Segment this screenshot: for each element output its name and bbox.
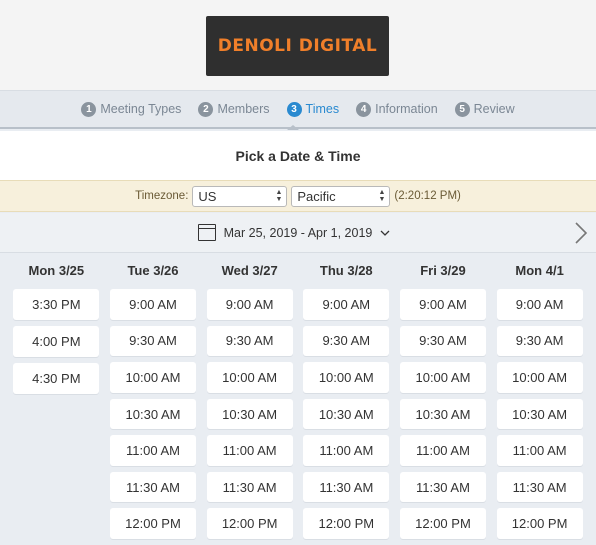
day-header: Mon 3/25 xyxy=(28,263,85,278)
time-slot-button[interactable]: 10:00 AM xyxy=(206,362,293,393)
time-slot-button[interactable]: 9:30 AM xyxy=(399,325,486,357)
page-title: Pick a Date & Time xyxy=(0,131,596,180)
timezone-bar: Timezone: US ▲ ▼ Pacific ▲ ▼ (2:20:12 PM) xyxy=(0,180,596,212)
timezone-zone-value: Pacific xyxy=(297,188,336,204)
time-slot-button[interactable]: 11:00 AM xyxy=(496,435,583,466)
step-review[interactable]: 5 Review xyxy=(454,101,515,117)
active-step-marker xyxy=(287,125,299,130)
time-slot-button[interactable]: 9:30 AM xyxy=(109,325,196,357)
time-slot-button[interactable]: 9:00 AM xyxy=(206,289,293,320)
day-column: Mon 3/25 3:30 PM 4:00 PM 4:30 PM xyxy=(8,253,105,545)
day-header: Fri 3/29 xyxy=(420,263,466,278)
time-slot-button[interactable]: 9:00 AM xyxy=(303,289,390,320)
time-slot-button[interactable]: 11:00 AM xyxy=(303,435,390,466)
day-column: Thu 3/28 9:00 AM 9:30 AM 10:00 AM 10:30 AM 11… xyxy=(298,253,395,545)
time-slot-button[interactable]: 11:00 AM xyxy=(109,435,196,466)
time-slot-button[interactable]: 9:00 AM xyxy=(109,289,196,320)
time-slot-button[interactable]: 11:00 AM xyxy=(206,435,293,466)
time-slot-button[interactable]: 10:30 AM xyxy=(399,398,486,430)
time-slot-button[interactable]: 4:30 PM xyxy=(13,363,100,394)
timezone-label: Timezone: xyxy=(135,190,189,202)
step-label: Meeting Types xyxy=(100,102,182,116)
select-arrows-icon: ▲ ▼ xyxy=(275,188,283,203)
step-times[interactable]: 3 Times xyxy=(286,101,340,117)
time-slot-button[interactable]: 11:30 AM xyxy=(109,471,196,503)
step-label: Review xyxy=(473,102,515,116)
time-slot-button[interactable]: 10:30 AM xyxy=(206,398,293,430)
day-column: Mon 4/1 9:00 AM 9:30 AM 10:00 AM 10:30 AM 11:… xyxy=(491,253,588,545)
time-slot-button[interactable]: 4:00 PM xyxy=(13,326,100,357)
time-slot-button[interactable]: 9:00 AM xyxy=(399,289,486,320)
time-slot-button[interactable]: 12:00 PM xyxy=(496,508,583,540)
time-slot-button[interactable]: 9:30 AM xyxy=(206,325,293,357)
time-slot-button[interactable]: 12:00 PM xyxy=(303,508,390,540)
time-slot-button[interactable]: 9:30 AM xyxy=(303,325,390,357)
time-slot-grid: Mon 3/25 3:30 PM 4:00 PM 4:30 PM Tue 3/26 9:0… xyxy=(8,253,588,545)
day-header: Wed 3/27 xyxy=(221,263,278,278)
time-slot-button[interactable]: 10:00 AM xyxy=(399,362,486,393)
step-number-badge: 4 xyxy=(356,101,372,117)
step-label: Times xyxy=(305,102,340,116)
time-slot-button[interactable]: 10:30 AM xyxy=(303,398,390,430)
wizard-steps: 1 Meeting Types 2 Members 3 Times 4 Information… xyxy=(0,91,596,129)
brand-logo: DENOLI DIGITAL xyxy=(206,16,389,76)
time-slot-button[interactable]: 11:30 AM xyxy=(496,471,583,503)
time-slot-button[interactable]: 11:00 AM xyxy=(399,435,486,466)
time-slot-button[interactable]: 12:00 PM xyxy=(206,508,293,540)
step-number-badge: 5 xyxy=(454,101,470,117)
timezone-zone-select[interactable]: Pacific ▲ ▼ xyxy=(291,185,391,207)
time-slot-button[interactable]: 10:00 AM xyxy=(303,362,390,393)
time-slot-button[interactable]: 10:00 AM xyxy=(496,362,583,393)
time-slot-button[interactable]: 10:00 AM xyxy=(109,362,196,393)
date-range-picker[interactable]: Mar 25, 2019 - Apr 1, 2019 xyxy=(197,224,391,241)
day-header: Mon 4/1 xyxy=(515,263,564,278)
time-slot-button[interactable]: 11:30 AM xyxy=(303,471,390,503)
time-slot-button[interactable]: 11:30 AM xyxy=(206,471,293,503)
time-slot-button[interactable]: 10:30 AM xyxy=(109,398,196,430)
current-time: (2:20:12 PM) xyxy=(394,190,461,202)
timezone-country-value: US xyxy=(198,188,217,204)
header: DENOLI DIGITAL xyxy=(0,0,596,91)
step-meeting-types[interactable]: 1 Meeting Types xyxy=(81,101,182,117)
step-members[interactable]: 2 Members xyxy=(198,101,270,117)
date-range-text: Mar 25, 2019 - Apr 1, 2019 xyxy=(223,225,373,240)
time-slot-button[interactable]: 3:30 PM xyxy=(13,289,100,320)
date-range-bar: Mar 25, 2019 - Apr 1, 2019 xyxy=(0,213,596,253)
step-label: Members xyxy=(217,102,270,116)
time-slot-button[interactable]: 9:30 AM xyxy=(496,325,583,357)
step-number-badge: 3 xyxy=(286,101,302,117)
day-column: Tue 3/26 9:00 AM 9:30 AM 10:00 AM 10:30 AM 11… xyxy=(105,253,202,545)
calendar-icon xyxy=(197,224,216,241)
day-header: Tue 3/26 xyxy=(127,263,179,278)
select-arrows-icon: ▲ ▼ xyxy=(378,188,386,203)
time-slot-button[interactable]: 12:00 PM xyxy=(109,508,196,540)
day-column: Wed 3/27 9:00 AM 9:30 AM 10:00 AM 10:30 AM 11… xyxy=(201,253,298,545)
timezone-country-select[interactable]: US ▲ ▼ xyxy=(192,185,288,207)
time-slot-button[interactable]: 10:30 AM xyxy=(496,398,583,430)
logo-text: DENOLI DIGITAL xyxy=(217,36,378,56)
time-slot-button[interactable]: 12:00 PM xyxy=(399,508,486,540)
step-number-badge: 1 xyxy=(81,101,97,117)
day-header: Thu 3/28 xyxy=(319,263,373,278)
chevron-down-icon xyxy=(380,230,390,236)
step-number-badge: 2 xyxy=(198,101,214,117)
next-week-button[interactable] xyxy=(574,221,588,245)
step-label: Information xyxy=(375,102,438,116)
step-information[interactable]: 4 Information xyxy=(356,101,438,117)
day-column: Fri 3/29 9:00 AM 9:30 AM 10:00 AM 10:30 AM 11… xyxy=(395,253,492,545)
time-slot-button[interactable]: 9:00 AM xyxy=(496,289,583,320)
time-slot-button[interactable]: 11:30 AM xyxy=(399,471,486,503)
